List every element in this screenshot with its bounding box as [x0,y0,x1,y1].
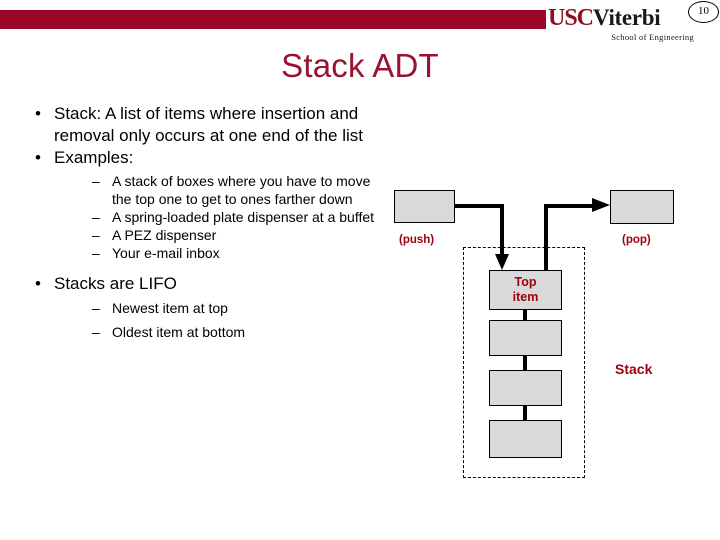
list-item: • Stacks are LIFO – Newest item at top –… [18,273,392,342]
bullet-text: Examples: [54,148,134,167]
bullet-text: A stack of boxes where you have to move … [112,172,371,207]
list-item: – Your e-mail inbox [87,244,392,262]
bullet-text: Newest item at top [112,300,228,316]
push-label: (push) [399,234,435,246]
bullet-text: Your e-mail inbox [112,244,220,261]
usc-logo-text: USC [548,5,594,31]
top-item-label-line1: Top [514,275,537,289]
slide-canvas: USCViterbi School of Engineering 10 Stac… [0,0,720,540]
dash-marker-icon: – [92,172,100,189]
stack-label: Stack [615,361,653,377]
bullet-marker-icon: • [35,104,41,123]
bullet-list-region: • Stack: A list of items where insertion… [18,103,392,342]
bullet-marker-icon: • [35,273,41,293]
push-arrow-vertical-segment [500,204,504,258]
pop-arrow-horizontal-segment [544,204,596,208]
usc-wordmark: USCViterbi [548,5,696,31]
sub-bullet-wrapper: – A stack of boxes where you have to mov… [54,172,392,262]
bullet-text: A spring-loaded plate dispenser at a buf… [112,208,375,225]
school-of-engineering-text: School of Engineering [611,32,694,42]
stack-box-3 [489,370,562,406]
pop-arrow-vertical-segment [544,204,548,270]
page-title: Stack ADT [281,47,439,84]
pop-label: (pop) [622,234,651,246]
dash-marker-icon: – [92,226,100,243]
pop-arrowhead-icon [592,198,610,212]
list-item: – A stack of boxes where you have to mov… [87,172,392,208]
bullet-marker-icon: • [35,148,41,167]
usc-viterbi-logo: USCViterbi School of Engineering [548,6,696,46]
dash-marker-icon: – [92,324,100,340]
sub-bullet-wrapper: – Newest item at top – Oldest item at bo… [54,299,392,341]
viterbi-logo-text: Viterbi [593,5,661,30]
header-accent-bar [0,10,546,29]
push-arrowhead-icon [495,254,509,270]
top-item-label-line2: item [512,290,539,304]
stack-boundary-dashed [463,247,585,478]
list-item: – A PEZ dispenser [87,226,392,244]
list-item: – A spring-loaded plate dispenser at a b… [87,208,392,226]
bullet-text: Stack: A list of items where insertion a… [54,104,363,145]
list-item: • Examples: – A stack of boxes where you… [18,147,392,262]
pop-destination-box [610,190,674,224]
stack-box-2 [489,320,562,356]
bullet-list-level2: – Newest item at top – Oldest item at bo… [87,299,392,341]
stack-link-2 [523,354,527,371]
bullet-text: Stacks are LIFO [54,273,177,293]
bullet-list-level1: • Stack: A list of items where insertion… [18,103,392,341]
bullet-text: A PEZ dispenser [112,226,217,243]
stack-box-top-item: Top item [489,270,562,310]
stack-box-4 [489,420,562,458]
bullet-text: Oldest item at bottom [112,324,246,340]
list-item: – Oldest item at bottom [87,323,392,341]
stack-link-3 [523,404,527,421]
dash-marker-icon: – [92,244,100,261]
dash-marker-icon: – [92,208,100,225]
dash-marker-icon: – [92,300,100,316]
bullet-list-level2: – A stack of boxes where you have to mov… [87,172,392,262]
list-item: – Newest item at top [87,299,392,317]
list-item: • Stack: A list of items where insertion… [18,103,392,146]
push-source-box [394,190,455,223]
push-arrow-horizontal-segment [455,204,504,208]
slide-number-badge: 10 [688,1,719,23]
stack-link-1 [523,308,527,322]
